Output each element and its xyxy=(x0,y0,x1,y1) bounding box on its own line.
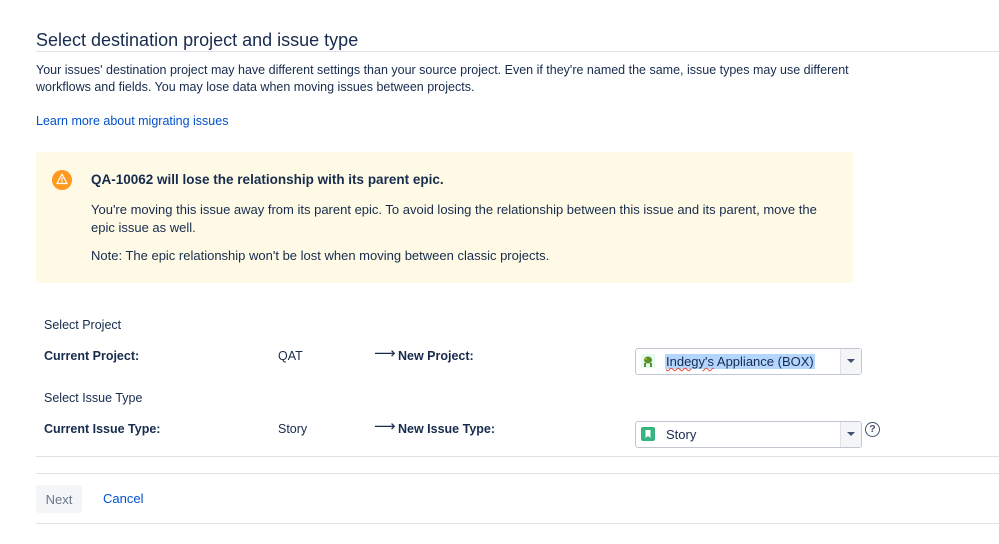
current-project-label: Current Project: xyxy=(44,349,140,363)
select-project-label: Select Project xyxy=(44,318,122,332)
warning-heading: QA-10062 will lose the relationship with… xyxy=(91,172,444,187)
current-issue-type-label: Current Issue Type: xyxy=(44,422,161,436)
current-issue-type-value: Story xyxy=(278,422,308,436)
cancel-button[interactable]: Cancel xyxy=(103,491,143,506)
project-name-rest: Appliance (BOX) xyxy=(714,354,814,369)
new-issue-type-select[interactable]: Story xyxy=(635,421,862,448)
arrow-icon: ⟶ xyxy=(374,345,396,362)
next-button[interactable]: Next xyxy=(36,485,82,513)
issue-type-dropdown-button[interactable] xyxy=(840,422,861,447)
warning-banner: QA-10062 will lose the relationship with… xyxy=(36,152,853,283)
new-issue-type-label: New Issue Type: xyxy=(398,422,496,436)
help-icon[interactable]: ? xyxy=(865,422,880,437)
select-issue-type-label: Select Issue Type xyxy=(44,391,143,405)
story-icon xyxy=(641,427,655,441)
new-issue-type-value: Story xyxy=(666,427,697,442)
new-project-select[interactable]: Indegy's Appliance (BOX) xyxy=(635,348,862,375)
chevron-down-icon xyxy=(847,432,855,436)
new-project-label: New Project: xyxy=(398,349,474,363)
chevron-down-icon xyxy=(847,359,855,363)
current-project-value: QAT xyxy=(278,349,303,363)
intro-text: Your issues' destination project may hav… xyxy=(36,63,849,94)
project-dropdown-button[interactable] xyxy=(840,349,861,374)
title-divider xyxy=(36,51,999,52)
learn-more-link[interactable]: Learn more about migrating issues xyxy=(36,114,228,128)
footer-divider xyxy=(36,523,999,524)
warning-note: Note: The epic relationship won't be los… xyxy=(91,248,550,263)
arrow-icon: ⟶ xyxy=(374,418,396,435)
project-name-first-word: Indegy's xyxy=(666,354,715,369)
page-title: Select destination project and issue typ… xyxy=(36,30,359,50)
project-avatar-icon xyxy=(641,354,655,368)
section-divider xyxy=(36,456,999,457)
new-project-value: Indegy's Appliance (BOX) xyxy=(665,354,815,369)
warning-body: You're moving this issue away from its p… xyxy=(91,202,817,235)
section-divider xyxy=(36,473,999,474)
warning-icon xyxy=(52,170,72,190)
